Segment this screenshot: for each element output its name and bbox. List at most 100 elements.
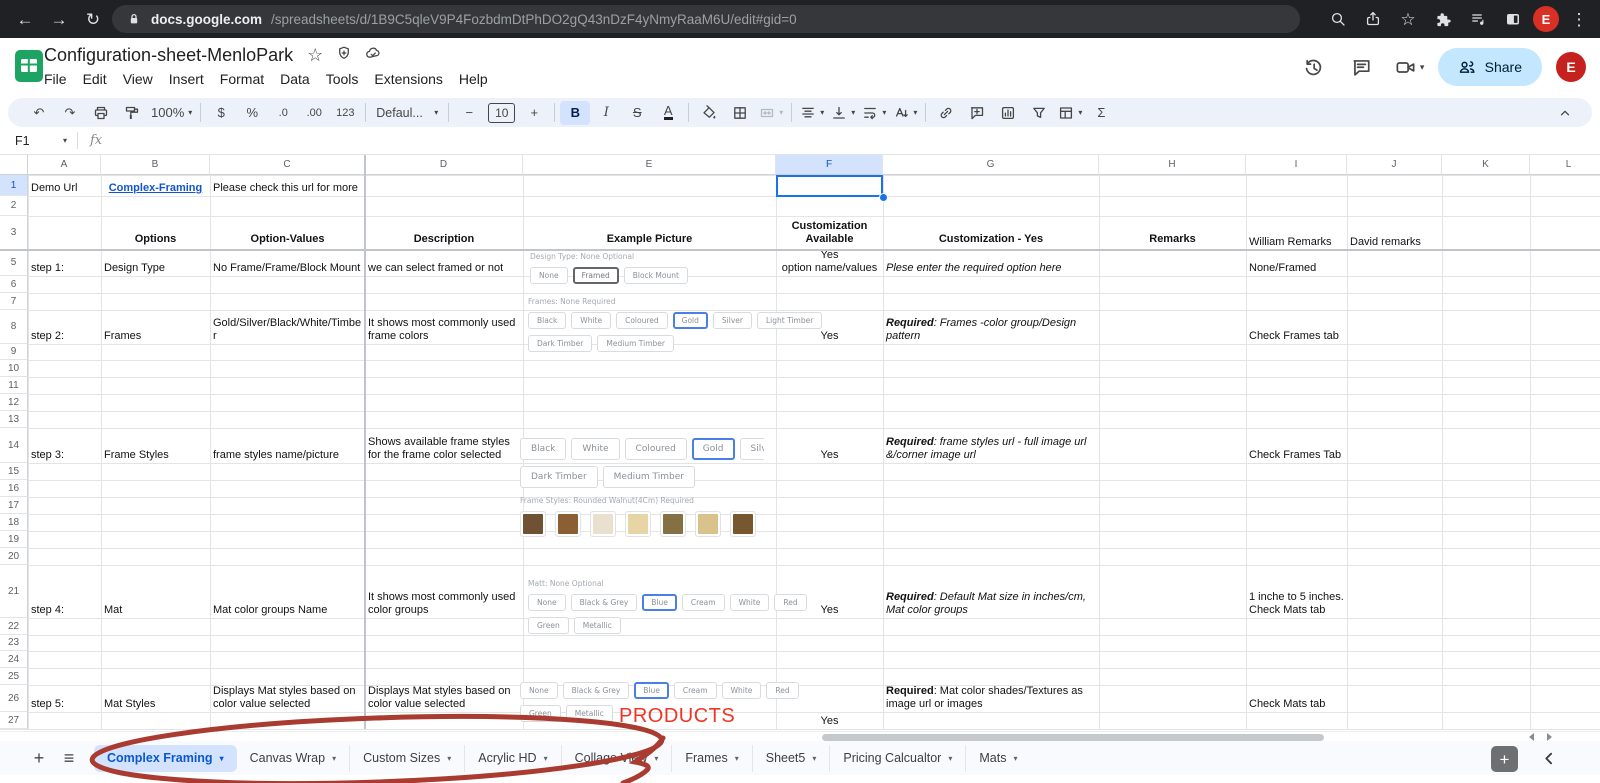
table-button[interactable]: ▾ <box>1055 101 1085 125</box>
row-header-14[interactable]: 14 <box>0 428 28 463</box>
cell-J3[interactable]: David remarks <box>1347 216 1442 250</box>
tab-sheet5[interactable]: Sheet5 ▾ <box>751 744 830 772</box>
cell-I21[interactable]: 1 inche to 5 inches. Check Mats tab <box>1246 565 1347 618</box>
cell-B1[interactable]: Complex-Framing <box>101 175 210 196</box>
row-header-6[interactable]: 6 <box>0 276 28 293</box>
row-header-3[interactable]: 3 <box>0 216 28 250</box>
cell-C1[interactable]: Please check this url for more <box>210 175 365 196</box>
cell-G14[interactable]: Required: frame styles url - full image … <box>883 428 1099 463</box>
row-header-21[interactable]: 21 <box>0 565 28 618</box>
borders-button[interactable] <box>725 101 755 125</box>
font-select[interactable]: Defaul... ▾ <box>371 101 443 125</box>
cell-F14[interactable]: Yes <box>776 428 883 463</box>
cell-G3[interactable]: Customization - Yes <box>883 216 1099 250</box>
bookmark-star-button[interactable]: ☆ <box>1393 4 1423 34</box>
cell-B21[interactable]: Mat <box>101 565 210 618</box>
row-header-15[interactable]: 15 <box>0 463 28 480</box>
cell-F5[interactable]: Yes option name/values <box>776 250 883 276</box>
column-header-K[interactable]: K <box>1442 155 1530 175</box>
menu-view[interactable]: View <box>115 68 161 90</box>
more-formats-button[interactable]: 123 <box>330 101 360 125</box>
row-header-12[interactable]: 12 <box>0 394 28 411</box>
cell-G21[interactable]: Required: Default Mat size in inches/cm,… <box>883 565 1099 618</box>
url-bar[interactable]: docs.google.com/spreadsheets/d/1B9C5qleV… <box>112 5 1300 33</box>
row-header-23[interactable]: 23 <box>0 635 28 651</box>
cell-G5[interactable]: Plese enter the required option here <box>883 250 1099 276</box>
cell-G8[interactable]: Required: Frames -color group/Design pat… <box>883 310 1099 344</box>
user-avatar[interactable]: E <box>1556 52 1586 82</box>
row-header-26[interactable]: 26 <box>0 685 28 712</box>
row-header-13[interactable]: 13 <box>0 411 28 428</box>
text-wrap-button[interactable]: ▾ <box>859 101 889 125</box>
row-header-19[interactable]: 19 <box>0 531 28 548</box>
forward-button[interactable]: → <box>44 4 74 34</box>
tab-frames[interactable]: Frames ▾ <box>671 744 751 772</box>
row-header-20[interactable]: 20 <box>0 548 28 565</box>
reload-button[interactable]: ↻ <box>78 4 108 34</box>
cell-D21[interactable]: It shows most commonly used color groups <box>365 565 523 618</box>
star-button[interactable]: ☆ <box>307 45 323 66</box>
shield-plus-button[interactable] <box>336 45 352 66</box>
browser-avatar[interactable]: E <box>1533 6 1559 32</box>
menu-format[interactable]: Format <box>212 68 272 90</box>
cell-A8[interactable]: step 2: <box>28 310 101 344</box>
insert-comment-button[interactable] <box>962 101 992 125</box>
row-header-5[interactable]: 5 <box>0 250 28 276</box>
share-button[interactable]: Share <box>1437 48 1542 86</box>
zoom-select[interactable]: 100% ▾ <box>148 101 195 125</box>
column-header-F[interactable]: F <box>776 155 883 175</box>
column-header-B[interactable]: B <box>101 155 210 175</box>
cell-A26[interactable]: step 5: <box>28 685 101 712</box>
cell-B8[interactable]: Frames <box>101 310 210 344</box>
paint-format-button[interactable] <box>117 101 147 125</box>
cell-A5[interactable]: step 1: <box>28 250 101 276</box>
grid-corner[interactable] <box>0 155 28 175</box>
tab-pricing-calcualtor[interactable]: Pricing Calcualtor ▾ <box>829 744 965 772</box>
cell-F3[interactable]: Customization Available <box>776 216 883 250</box>
cell-B5[interactable]: Design Type <box>101 250 210 276</box>
row-header-25[interactable]: 25 <box>0 668 28 685</box>
increase-font-size-button[interactable]: + <box>519 101 549 125</box>
italic-button[interactable]: I <box>591 101 621 125</box>
reading-list-button[interactable] <box>1463 4 1493 34</box>
menu-file[interactable]: File <box>36 68 75 90</box>
text-rotation-button[interactable]: ▾ <box>890 101 920 125</box>
back-button[interactable]: ← <box>10 4 40 34</box>
cell-C14[interactable]: frame styles name/picture <box>210 428 365 463</box>
cell-D8[interactable]: It shows most commonly used frame colors <box>365 310 523 344</box>
menu-tools[interactable]: Tools <box>318 68 367 90</box>
format-currency-button[interactable]: $ <box>206 101 236 125</box>
vertical-align-button[interactable]: ▾ <box>828 101 858 125</box>
cell-I26[interactable]: Check Mats tab <box>1246 685 1347 712</box>
row-header-7[interactable]: 7 <box>0 293 28 310</box>
cell-E3[interactable]: Example Picture <box>523 216 776 250</box>
menu-insert[interactable]: Insert <box>161 68 212 90</box>
column-header-I[interactable]: I <box>1246 155 1347 175</box>
text-color-button[interactable]: A <box>653 101 683 125</box>
cell-I3[interactable]: William Remarks <box>1246 216 1347 250</box>
row-header-1[interactable]: 1 <box>0 175 28 196</box>
column-header-J[interactable]: J <box>1347 155 1442 175</box>
row-header-16[interactable]: 16 <box>0 480 28 497</box>
doc-title[interactable]: Configuration-sheet-MenloPark <box>44 45 293 66</box>
row-header-27[interactable]: 27 <box>0 712 28 729</box>
menu-extensions[interactable]: Extensions <box>366 68 450 90</box>
cell-D14[interactable]: Shows available frame styles for the fra… <box>365 428 523 463</box>
cell-C26[interactable]: Displays Mat styles based on color value… <box>210 685 365 712</box>
column-header-G[interactable]: G <box>883 155 1099 175</box>
format-percent-button[interactable]: % <box>237 101 267 125</box>
comments-button[interactable] <box>1342 47 1382 87</box>
column-header-D[interactable]: D <box>365 155 523 175</box>
cell-D26[interactable]: Displays Mat styles based on color value… <box>365 685 523 712</box>
extensions-button[interactable] <box>1428 4 1458 34</box>
print-button[interactable] <box>86 101 116 125</box>
decrease-decimals-button[interactable]: .0 <box>268 101 298 125</box>
cell-B14[interactable]: Frame Styles <box>101 428 210 463</box>
row-header-9[interactable]: 9 <box>0 344 28 360</box>
tab-custom-sizes[interactable]: Custom Sizes ▾ <box>349 744 464 772</box>
redo-button[interactable]: ↷ <box>55 101 85 125</box>
insert-chart-button[interactable] <box>993 101 1023 125</box>
insert-link-button[interactable] <box>931 101 961 125</box>
bold-button[interactable]: B <box>560 100 591 125</box>
row-header-18[interactable]: 18 <box>0 514 28 531</box>
